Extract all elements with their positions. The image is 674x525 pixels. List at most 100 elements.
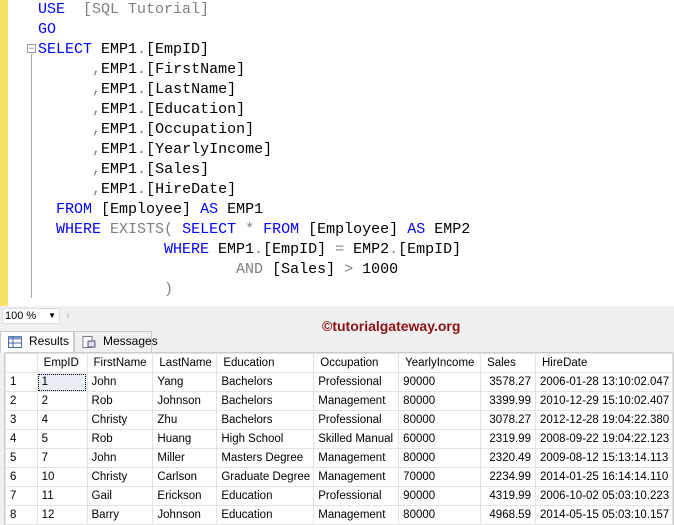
table-cell[interactable]: Christy	[86, 410, 154, 430]
table-cell[interactable]: 2008-09-22 19:04:22.123	[534, 429, 674, 449]
table-cell[interactable]: Christy	[86, 467, 154, 487]
table-cell[interactable]: Management	[313, 505, 400, 525]
table-cell[interactable]: 3399.99	[480, 391, 536, 411]
column-header[interactable]: HireDate	[534, 353, 674, 373]
table-cell[interactable]: 7	[36, 448, 88, 468]
column-header[interactable]: Occupation	[313, 353, 400, 373]
sql-code[interactable]: USE [SQL Tutorial] GO SELECT EMP1.[EmpID] …	[38, 0, 470, 300]
table-cell[interactable]: Rob	[86, 429, 154, 449]
collapse-toggle-icon[interactable]: −	[27, 44, 36, 53]
row-number[interactable]: 7	[5, 486, 38, 506]
table-cell[interactable]: Bachelors	[216, 391, 315, 411]
table-cell[interactable]: Bachelors	[216, 410, 315, 430]
table-cell[interactable]: 4968.59	[480, 505, 536, 525]
table-row[interactable]: 6 10 Christy Carlson Graduate Degree Manageme…	[5, 467, 674, 487]
table-cell[interactable]: 2010-12-29 15:10:02.407	[534, 391, 674, 411]
table-cell[interactable]: Yang	[152, 372, 218, 392]
column-header[interactable]	[5, 353, 38, 373]
table-row[interactable]: 3 4 Christy Zhu Bachelors Professional 80000 30…	[5, 410, 674, 430]
results-grid[interactable]: EmpID FirstName LastName Education Occupatio…	[4, 352, 674, 525]
zoom-dropdown[interactable]: 100 % ▼	[2, 308, 60, 324]
column-header[interactable]: LastName	[152, 353, 218, 373]
table-cell[interactable]: High School	[216, 429, 315, 449]
table-cell[interactable]: 90000	[398, 486, 482, 506]
table-cell[interactable]: 2	[36, 391, 88, 411]
code-token: [Occupation]	[146, 121, 255, 138]
table-cell[interactable]: Johnson	[152, 391, 218, 411]
column-header[interactable]: Sales	[480, 353, 536, 373]
table-cell[interactable]: 80000	[398, 448, 482, 468]
table-cell[interactable]: 2014-01-25 16:14:14.110	[534, 467, 674, 487]
row-number[interactable]: 3	[5, 410, 38, 430]
table-cell[interactable]: 2014-05-15 05:03:10.157	[534, 505, 674, 525]
tab-messages[interactable]: Messages	[74, 331, 158, 352]
row-number[interactable]: 2	[5, 391, 38, 411]
code-line: )	[38, 280, 470, 300]
table-cell[interactable]: John	[86, 372, 154, 392]
table-cell[interactable]: Professional	[313, 410, 400, 430]
table-cell[interactable]: Management	[313, 467, 400, 487]
table-row[interactable]: 1 1 John Yang Bachelors Professional 90000 3578…	[5, 372, 674, 392]
table-cell[interactable]: 80000	[398, 410, 482, 430]
row-number[interactable]: 8	[5, 505, 38, 525]
table-cell[interactable]: Huang	[152, 429, 218, 449]
table-cell[interactable]: Gail	[86, 486, 154, 506]
row-number[interactable]: 1	[5, 372, 38, 392]
column-header[interactable]: YearlyIncome	[398, 353, 482, 373]
table-cell[interactable]: 4	[36, 410, 88, 430]
table-cell[interactable]: Rob	[86, 391, 154, 411]
table-cell[interactable]: Barry	[86, 505, 154, 525]
table-row[interactable]: 8 12 Barry Johnson Education Management 80000 4…	[5, 505, 674, 525]
table-row[interactable]: 2 2 Rob Johnson Bachelors Management 80000 3399…	[5, 391, 674, 411]
table-cell[interactable]: Erickson	[152, 486, 218, 506]
scroll-left-icon[interactable]: ‹	[66, 308, 70, 322]
change-indicator-bar	[0, 0, 8, 306]
table-cell[interactable]: 2234.99	[480, 467, 536, 487]
table-cell[interactable]: Masters Degree	[216, 448, 315, 468]
table-cell[interactable]: 10	[36, 467, 88, 487]
table-row[interactable]: 5 7 John Miller Masters Degree Management 8000…	[5, 448, 674, 468]
table-cell[interactable]: 70000	[398, 467, 482, 487]
table-cell[interactable]: 3078.27	[480, 410, 536, 430]
table-row[interactable]: 7 11 Gail Erickson Education Professional 9000…	[5, 486, 674, 506]
table-cell[interactable]: Education	[216, 486, 315, 506]
table-row[interactable]: 4 5 Rob Huang High School Skilled Manual 60000…	[5, 429, 674, 449]
table-cell[interactable]: 11	[36, 486, 88, 506]
table-cell[interactable]: 2009-08-12 15:13:14.113	[534, 448, 674, 468]
row-number[interactable]: 6	[5, 467, 38, 487]
table-cell[interactable]: 80000	[398, 505, 482, 525]
table-cell[interactable]: 12	[36, 505, 88, 525]
table-cell[interactable]: 2012-12-28 19:04:22.380	[534, 410, 674, 430]
table-cell[interactable]: 4319.99	[480, 486, 536, 506]
table-cell[interactable]: 3578.27	[480, 372, 536, 392]
column-header[interactable]: Education	[216, 353, 315, 373]
table-cell[interactable]: Management	[313, 448, 400, 468]
table-cell[interactable]: 2320.49	[480, 448, 536, 468]
table-cell[interactable]: 2006-01-28 13:10:02.047	[534, 372, 674, 392]
column-header[interactable]: EmpID	[36, 353, 88, 373]
table-cell[interactable]: 80000	[398, 391, 482, 411]
query-editor[interactable]: − USE [SQL Tutorial] GO SELECT EMP1.[EmpID…	[0, 0, 674, 306]
table-cell[interactable]: Graduate Degree	[216, 467, 315, 487]
table-cell[interactable]: Bachelors	[216, 372, 315, 392]
table-cell[interactable]: Skilled Manual	[313, 429, 400, 449]
table-cell[interactable]: Professional	[313, 486, 400, 506]
table-cell[interactable]: John	[86, 448, 154, 468]
table-cell[interactable]: 60000	[398, 429, 482, 449]
row-number[interactable]: 4	[5, 429, 38, 449]
table-cell[interactable]: 2319.99	[480, 429, 536, 449]
column-header[interactable]: FirstName	[86, 353, 154, 373]
table-cell[interactable]: Johnson	[152, 505, 218, 525]
row-number[interactable]: 5	[5, 448, 38, 468]
table-cell[interactable]: Miller	[152, 448, 218, 468]
table-cell[interactable]: Carlson	[152, 467, 218, 487]
table-cell[interactable]: Education	[216, 505, 315, 525]
table-cell[interactable]: 90000	[398, 372, 482, 392]
table-cell[interactable]: 2006-10-02 05:03:10.223	[534, 486, 674, 506]
tab-results[interactable]: Results	[0, 331, 74, 353]
table-cell[interactable]: 5	[36, 429, 88, 449]
table-cell[interactable]: Zhu	[152, 410, 218, 430]
table-cell[interactable]: 1	[36, 372, 88, 392]
table-cell[interactable]: Management	[313, 391, 400, 411]
table-cell[interactable]: Professional	[313, 372, 400, 392]
